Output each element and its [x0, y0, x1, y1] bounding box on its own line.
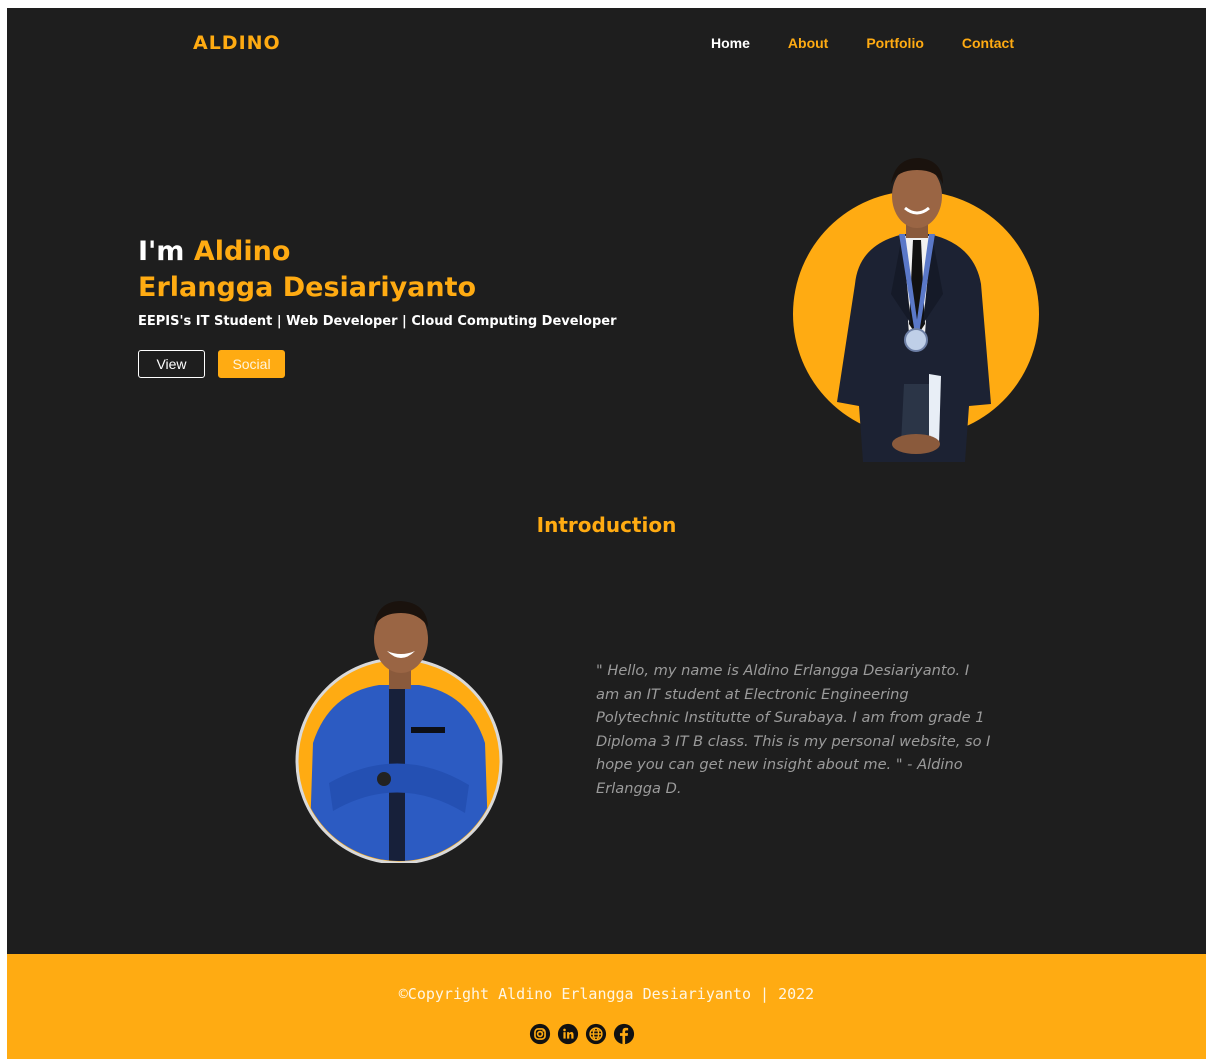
hero-photo	[793, 158, 1039, 462]
footer: ©Copyright Aldino Erlangga Desiariyanto …	[7, 954, 1206, 1059]
hero-title: I'm Aldino Erlangga Desiariyanto	[138, 234, 617, 306]
nav-about[interactable]: About	[788, 35, 828, 51]
hero-subtitle: EEPIS's IT Student | Web Developer | Clo…	[138, 314, 617, 329]
intro-title: Introduction	[536, 513, 677, 537]
globe-icon[interactable]	[585, 1023, 607, 1045]
view-button[interactable]: View	[138, 350, 205, 378]
logo[interactable]: ALDINO	[193, 32, 281, 54]
hero-buttons: View Social	[138, 350, 617, 378]
facebook-icon[interactable]	[613, 1023, 635, 1045]
linkedin-icon[interactable]	[557, 1023, 579, 1045]
nav-portfolio[interactable]: Portfolio	[866, 35, 924, 51]
instagram-icon[interactable]	[529, 1023, 551, 1045]
hero-greeting: I'm	[138, 236, 185, 267]
nav-home[interactable]: Home	[711, 35, 750, 51]
copyright-text: ©Copyright Aldino Erlangga Desiariyanto …	[398, 985, 815, 1003]
main-nav: Home About Portfolio Contact	[711, 35, 1052, 51]
page: ALDINO Home About Portfolio Contact I'm …	[7, 8, 1206, 1059]
intro-photo	[295, 601, 503, 863]
social-button[interactable]: Social	[218, 350, 285, 378]
social-links	[529, 1023, 635, 1045]
intro-quote: " Hello, my name is Aldino Erlangga Desi…	[596, 662, 991, 797]
nav-contact[interactable]: Contact	[962, 35, 1014, 51]
hero-name-last: Erlangga Desiariyanto	[138, 272, 477, 303]
hero-name-first: Aldino	[193, 236, 291, 267]
hero-section: I'm Aldino Erlangga Desiariyanto EEPIS's…	[138, 234, 617, 378]
